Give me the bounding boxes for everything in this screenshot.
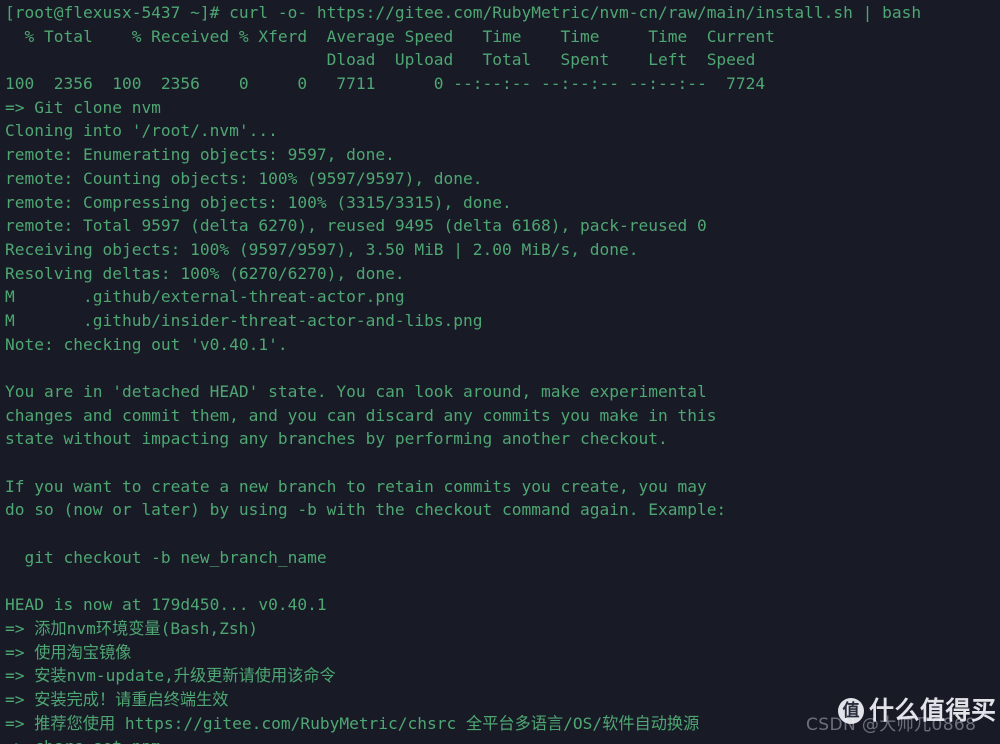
terminal-line: [root@flexusx-5437 ~]# curl -o- https://…	[5, 3, 922, 22]
terminal-line: M .github/external-threat-actor.png	[5, 287, 405, 307]
terminal-line: remote: Compressing objects: 100% (3315/…	[5, 192, 512, 212]
terminal-line: state without impacting any branches by …	[5, 429, 668, 449]
terminal-line: remote: Total 9597 (delta 6270), reused …	[5, 216, 707, 236]
terminal-line: do so (now or later) by using -b with th…	[5, 500, 727, 520]
terminal-line: remote: Counting objects: 100% (9597/959…	[5, 168, 483, 188]
terminal-window[interactable]: [root@flexusx-5437 ~]# curl -o- https://…	[0, 0, 1000, 744]
terminal-line: Resolving deltas: 100% (6270/6270), done…	[5, 263, 405, 283]
terminal-line: M .github/insider-threat-actor-and-libs.…	[5, 310, 483, 330]
terminal-line: => Git clone nvm	[5, 97, 161, 117]
terminal-line: => 推荐您使用 https://gitee.com/RubyMetric/ch…	[5, 713, 700, 733]
terminal-line: remote: Enumerating objects: 9597, done.	[5, 145, 395, 165]
terminal-output: [root@flexusx-5437 ~]# curl -o- https://…	[5, 1, 1000, 744]
terminal-line: If you want to create a new branch to re…	[5, 476, 707, 496]
terminal-line: git checkout -b new_branch_name	[5, 547, 327, 567]
terminal-line: You are in 'detached HEAD' state. You ca…	[5, 382, 707, 401]
terminal-line: => chsrc set npm	[5, 735, 1000, 744]
terminal-line: => 使用淘宝镜像	[5, 642, 132, 662]
terminal-line: => 添加nvm环境变量(Bash,Zsh)	[5, 618, 259, 638]
terminal-line: => 安装完成！请重启终端生效	[5, 689, 229, 709]
terminal-line: changes and commit them, and you can dis…	[5, 405, 717, 425]
terminal-line: => 安装nvm-update,升级更新请使用该命令	[5, 666, 336, 686]
terminal-line: HEAD is now at 179d450... v0.40.1	[5, 595, 327, 615]
terminal-line: Note: checking out 'v0.40.1'.	[5, 334, 288, 354]
terminal-line: Receiving objects: 100% (9597/9597), 3.5…	[5, 239, 639, 259]
terminal-line: Cloning into '/root/.nvm'...	[5, 121, 278, 141]
terminal-line: Dload Upload Total Spent Left Speed	[5, 50, 756, 70]
terminal-line: % Total % Received % Xferd Average Speed…	[5, 26, 775, 46]
terminal-line: 100 2356 100 2356 0 0 7711 0 --:--:-- --…	[5, 74, 766, 94]
